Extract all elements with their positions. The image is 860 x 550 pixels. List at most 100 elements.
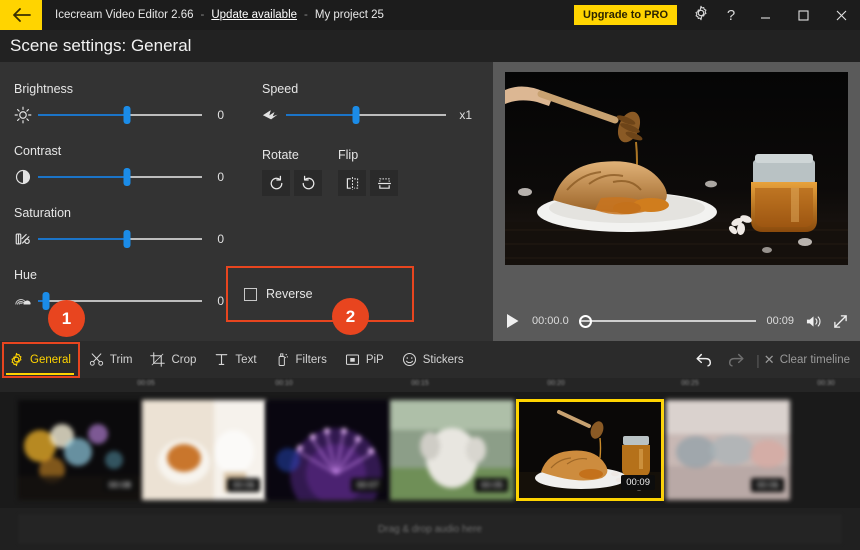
preview-video[interactable]: [505, 72, 848, 265]
scene-settings-header: Scene settings: General: [0, 30, 860, 62]
project-name: My project 25: [314, 9, 384, 21]
saturation-icon: [14, 230, 38, 248]
back-button[interactable]: [0, 0, 42, 30]
text-t-icon: [214, 352, 229, 367]
flip-group: Flip: [338, 148, 414, 196]
tab-label: Filters: [295, 353, 327, 366]
track-fill: [286, 114, 357, 116]
contrast-thumb[interactable]: [123, 168, 131, 186]
brightness-label: Brightness: [14, 82, 74, 96]
play-button[interactable]: [505, 313, 520, 329]
help-button[interactable]: ?: [716, 0, 746, 30]
total-time: 00:09: [766, 315, 794, 327]
timeline-clip-selected[interactable]: 00:09: [516, 399, 664, 501]
upgrade-to-pro-button[interactable]: Upgrade to PRO: [574, 4, 677, 26]
seek-line: [578, 320, 757, 322]
page-title: Scene settings: General: [10, 36, 192, 55]
timeline-clip[interactable]: 00:05: [390, 400, 514, 500]
ruler-tick: 00:30: [817, 380, 835, 387]
contrast-value: 0: [217, 170, 224, 184]
editor-toolbar: General Trim Crop Text Filters PiP Stick…: [0, 341, 860, 378]
timeline-clip[interactable]: 00:07: [266, 400, 390, 500]
rotate-counterclockwise-icon[interactable]: [294, 170, 322, 196]
saturation-track[interactable]: [38, 229, 202, 249]
arrow-left-icon: [12, 8, 31, 22]
annotation-badge-1: 1: [48, 300, 85, 337]
tab-label: Trim: [109, 353, 133, 366]
seek-knob[interactable]: [578, 314, 592, 328]
timeline-clip-list: 00:08 00:06 00:07 00:05 00:09 00:06: [18, 399, 790, 501]
tab-crop[interactable]: Crop: [141, 341, 205, 378]
flip-buttons: [338, 170, 414, 196]
scissors-icon: [89, 352, 104, 367]
flip-label: Flip: [338, 148, 359, 162]
hue-slider[interactable]: 0: [14, 290, 224, 312]
track-fill: [38, 238, 127, 240]
hue-rainbow-icon: [14, 293, 38, 309]
slider-group-brightness: Brightness 0: [14, 82, 224, 126]
undo-button[interactable]: [688, 352, 720, 367]
clear-timeline-button[interactable]: ✕ Clear timeline: [764, 352, 850, 368]
title-bar-actions: Upgrade to PRO ?: [574, 0, 860, 30]
flip-vertical-icon[interactable]: [370, 170, 398, 196]
track-fill: [38, 114, 127, 116]
smiley-sticker-icon: [402, 352, 417, 367]
tab-pip[interactable]: PiP: [336, 341, 393, 378]
ruler-tick: 00:10: [275, 380, 293, 387]
timeline-audio-track[interactable]: Drag & drop audio here: [0, 508, 860, 550]
flip-horizontal-icon[interactable]: [338, 170, 366, 196]
audio-drop-placeholder[interactable]: Drag & drop audio here: [18, 514, 842, 544]
question-mark-icon: ?: [726, 6, 736, 24]
timeline-ruler[interactable]: 00:05 00:10 00:15 00:20 00:25 00:30: [0, 378, 860, 392]
brightness-sun-icon: [14, 106, 38, 124]
current-time: 00:00.0: [532, 315, 569, 327]
settings-button[interactable]: [686, 0, 716, 30]
preview-video-image: [505, 72, 848, 265]
reverse-checkbox[interactable]: [244, 287, 257, 301]
saturation-slider[interactable]: 0: [14, 228, 224, 250]
tab-label: Stickers: [422, 353, 464, 366]
speed-slider[interactable]: x1: [262, 104, 472, 126]
maximize-button[interactable]: [784, 0, 822, 30]
brightness-slider[interactable]: 0: [14, 104, 224, 126]
track-fill: [38, 176, 127, 178]
contrast-track[interactable]: [38, 167, 202, 187]
volume-button[interactable]: [805, 314, 822, 329]
clip-duration: 00:07: [351, 478, 384, 492]
hue-value: 0: [217, 294, 224, 308]
close-button[interactable]: [822, 0, 860, 30]
seek-bar[interactable]: [578, 313, 757, 329]
saturation-thumb[interactable]: [123, 230, 131, 248]
tab-trim[interactable]: Trim: [80, 341, 142, 378]
annotation-badge-2: 2: [332, 298, 369, 335]
hue-thumb[interactable]: [42, 292, 50, 310]
timeline-video-track[interactable]: 00:08 00:06 00:07 00:05 00:09 00:06: [0, 392, 860, 508]
redo-button[interactable]: [720, 352, 752, 367]
tab-label: PiP: [365, 353, 384, 366]
timeline-clip[interactable]: 00:08: [18, 400, 142, 500]
brightness-thumb[interactable]: [123, 106, 131, 124]
contrast-slider[interactable]: 0: [14, 166, 224, 188]
gear-icon: [693, 5, 709, 26]
timeline-clip[interactable]: 00:06: [142, 400, 266, 500]
transform-controls: Speed x1 Rotate Flip: [262, 82, 472, 196]
close-x-icon: ✕: [763, 351, 775, 367]
update-available-link[interactable]: Update available: [211, 9, 297, 21]
tab-filters[interactable]: Filters: [266, 341, 336, 378]
contrast-label: Contrast: [14, 144, 62, 158]
contrast-circle-icon: [14, 168, 38, 186]
reverse-row[interactable]: Reverse: [228, 268, 412, 320]
rotate-clockwise-icon[interactable]: [262, 170, 290, 196]
tab-stickers[interactable]: Stickers: [393, 341, 473, 378]
speed-track[interactable]: [286, 105, 446, 125]
speed-thumb[interactable]: [352, 106, 360, 124]
brightness-track[interactable]: [38, 105, 202, 125]
tab-label: Text: [235, 353, 257, 366]
clip-duration: 00:05: [475, 478, 508, 492]
timeline-clip[interactable]: 00:06: [666, 400, 790, 500]
fullscreen-button[interactable]: [833, 314, 848, 329]
speed-icon: [262, 107, 286, 123]
tab-text[interactable]: Text: [205, 341, 265, 378]
player-controls: 00:00.0 00:09: [493, 301, 860, 341]
minimize-button[interactable]: [746, 0, 784, 30]
